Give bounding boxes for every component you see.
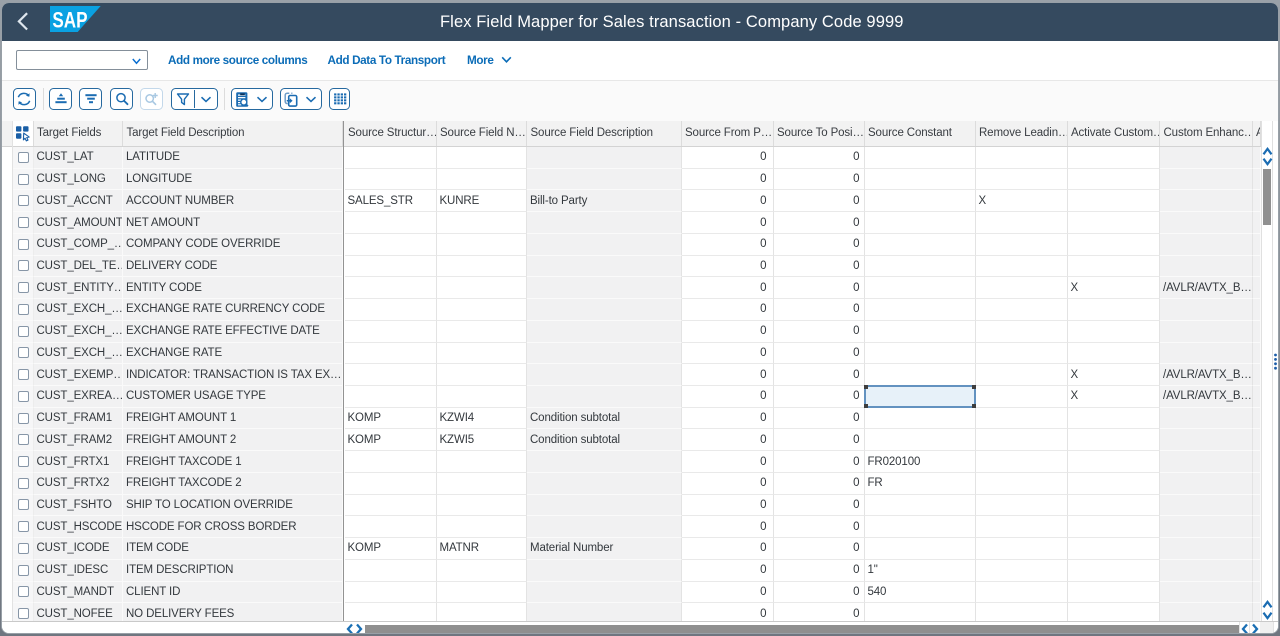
svg-text:SAP: SAP [52,8,87,32]
